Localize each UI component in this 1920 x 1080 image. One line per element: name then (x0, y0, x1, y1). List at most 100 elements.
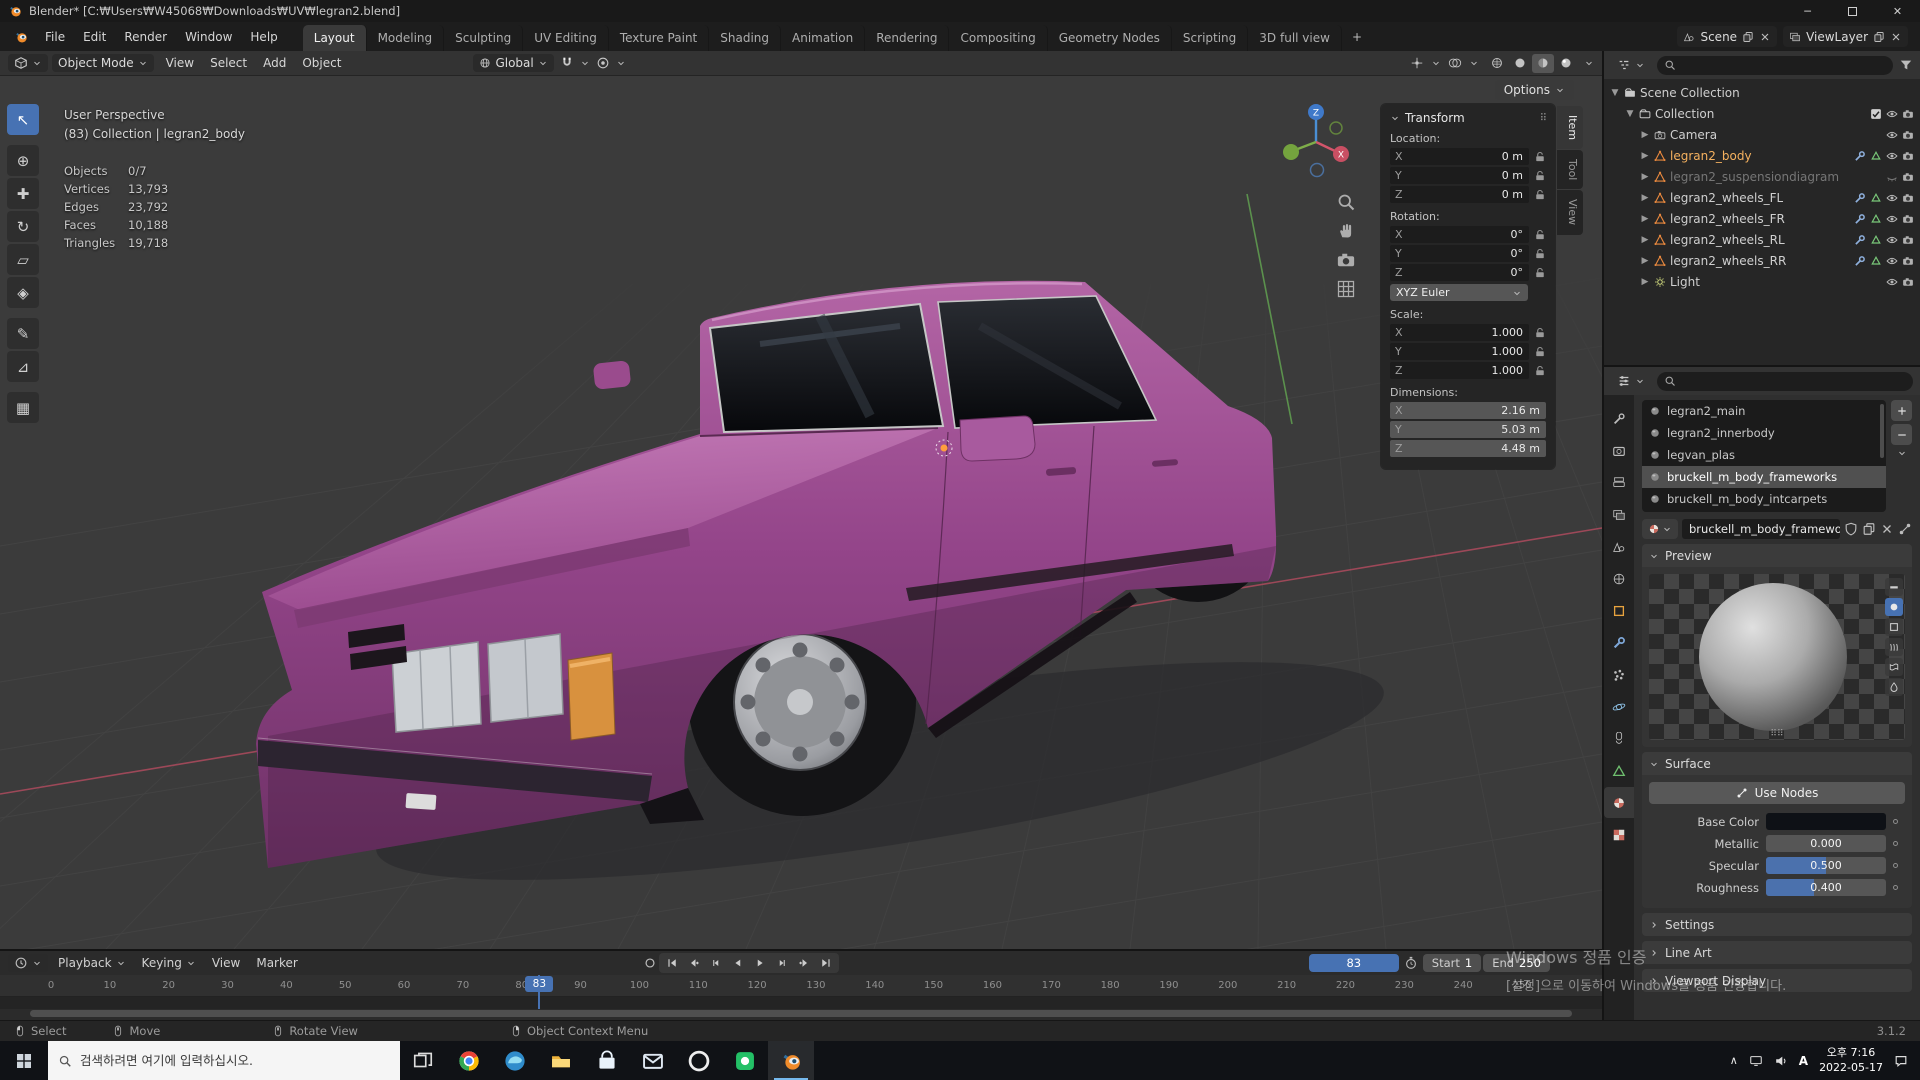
unlink-material-icon[interactable] (1880, 522, 1894, 536)
workspace-tab-compositing[interactable]: Compositing (949, 25, 1047, 51)
timeline-ruler[interactable]: 0102030405060708090100110120130140150160… (0, 975, 1602, 997)
preview-resize-dots[interactable]: ⠿⠿ (1770, 729, 1783, 739)
outliner-search-input[interactable] (1680, 59, 1886, 71)
preview-type-liquid-button[interactable] (1885, 678, 1903, 696)
axis-field-x[interactable]: X0° (1390, 226, 1529, 243)
copy-icon[interactable] (1742, 31, 1754, 43)
properties-tab-texture[interactable] (1604, 819, 1634, 850)
preview-type-cloth-button[interactable] (1885, 658, 1903, 676)
expand-arrow-icon[interactable]: ▶ (1640, 151, 1650, 161)
taskbar-app-green-app[interactable] (722, 1041, 768, 1080)
material-name-field[interactable]: bruckell_m_body_framewor... (1682, 519, 1840, 539)
material-slot[interactable]: bruckell_m_body_frameworks (1642, 466, 1886, 488)
taskbar-search[interactable] (48, 1041, 400, 1080)
axis-field-x[interactable]: X1.000 (1390, 324, 1529, 341)
axis-field-x[interactable]: X2.16 m (1390, 402, 1546, 419)
add-workspace-button[interactable]: + (1344, 26, 1370, 48)
navigation-gizmo[interactable]: Z X (1273, 98, 1359, 184)
timeline-menu-keying[interactable]: Keying (134, 954, 204, 972)
taskbar-clock[interactable]: 오후 7:16 2022-05-17 (1819, 1046, 1883, 1075)
snap-dropdown-icon[interactable] (580, 58, 590, 68)
workspace-tab-sculpting[interactable]: Sculpting (444, 25, 523, 51)
axis-field-y[interactable]: Y0° (1390, 245, 1529, 262)
axis-field-y[interactable]: Y1.000 (1390, 343, 1529, 360)
unlink-icon[interactable] (1890, 31, 1902, 43)
material-slot[interactable]: bruckell_m_body_intcarpets (1642, 488, 1886, 510)
jump-start-button[interactable] (662, 954, 682, 972)
tool-annotate-button[interactable]: ✎ (7, 318, 39, 349)
transform-panel-header[interactable]: Transform ⠿ (1390, 111, 1546, 125)
surface-base-color-field[interactable] (1766, 813, 1886, 830)
menu-edit[interactable]: Edit (74, 27, 115, 47)
chevron-down-icon[interactable] (1469, 58, 1479, 68)
outliner-row[interactable]: ▶legran2_wheels_RR (1604, 250, 1920, 271)
workspace-tab-animation[interactable]: Animation (781, 25, 865, 51)
expand-arrow-icon[interactable]: ▶ (1640, 130, 1650, 140)
properties-tab-view-layer[interactable] (1604, 499, 1634, 530)
proportional-editing-icon[interactable] (596, 56, 610, 70)
taskbar-app-opera[interactable] (676, 1041, 722, 1080)
surface-roughness-field[interactable]: 0.400 (1766, 879, 1886, 896)
taskbar-app-mail[interactable] (630, 1041, 676, 1080)
axis-field-x[interactable]: X0 m (1390, 148, 1529, 165)
outliner-row[interactable]: ▶legran2_body (1604, 145, 1920, 166)
outliner-row[interactable]: ▶legran2_wheels_FL (1604, 187, 1920, 208)
tool-scale-button[interactable]: ▱ (7, 244, 39, 275)
properties-search[interactable] (1657, 372, 1913, 391)
viewport-menu-add[interactable]: Add (255, 54, 294, 72)
prev-frame-button[interactable] (706, 954, 726, 972)
slot-specials-icon[interactable] (1897, 448, 1907, 458)
taskbar-app-task-view[interactable] (400, 1041, 446, 1080)
overlays-toggle-icon[interactable] (1448, 56, 1462, 70)
taskbar-app-store[interactable] (584, 1041, 630, 1080)
maximize-button[interactable] (1830, 0, 1875, 22)
options-dropdown[interactable]: Options (1495, 80, 1574, 100)
surface-specular-field[interactable]: 0.500 (1766, 857, 1886, 874)
outliner-editor-button[interactable] (1611, 56, 1651, 74)
viewport-menu-object[interactable]: Object (294, 54, 349, 72)
outliner-row[interactable]: ▶legran2_wheels_RL (1604, 229, 1920, 250)
shading-wireframe-button[interactable] (1486, 54, 1508, 73)
snap-magnet-icon[interactable] (560, 56, 574, 70)
expand-arrow-icon[interactable]: ▶ (1640, 214, 1650, 224)
panel-drag-dots-icon[interactable]: ⠿ (1540, 113, 1546, 124)
axis-field-z[interactable]: Z1.000 (1390, 362, 1529, 379)
play-button[interactable] (750, 954, 770, 972)
viewport-menu-select[interactable]: Select (202, 54, 255, 72)
axis-field-y[interactable]: Y0 m (1390, 167, 1529, 184)
tray-expand-icon[interactable]: ∧ (1730, 1054, 1738, 1067)
mode-dropdown[interactable]: Object Mode (52, 54, 154, 72)
taskbar-search-input[interactable] (80, 1053, 390, 1068)
preview-type-sphere-button[interactable] (1885, 598, 1903, 616)
next-keyframe-button[interactable] (794, 954, 814, 972)
properties-search-input[interactable] (1680, 375, 1906, 387)
nodes-icon[interactable] (1898, 522, 1912, 536)
panel-settings[interactable]: Settings (1642, 913, 1912, 936)
toggle-grid-icon[interactable] (1336, 279, 1356, 299)
ime-indicator[interactable]: A (1799, 1054, 1808, 1068)
timeline-editor-button[interactable] (8, 954, 48, 972)
remove-slot-button[interactable] (1891, 424, 1912, 445)
surface-metallic-field[interactable]: 0.000 (1766, 835, 1886, 852)
properties-tab-constraints[interactable] (1604, 723, 1634, 754)
start-button[interactable] (0, 1041, 48, 1080)
material-slot[interactable]: legvan_plas (1642, 444, 1886, 466)
workspace-tab-modeling[interactable]: Modeling (367, 25, 445, 51)
taskbar-app-file-explorer[interactable] (538, 1041, 584, 1080)
menu-file[interactable]: File (36, 27, 74, 47)
gizmo-toggle-icon[interactable] (1410, 56, 1424, 70)
rotation-mode-dropdown[interactable]: XYZ Euler (1390, 284, 1528, 301)
preview-type-cube-button[interactable] (1885, 618, 1903, 636)
preview-type-flat-button[interactable] (1885, 578, 1903, 596)
speaker-icon[interactable] (1774, 1054, 1788, 1068)
tool-cursor-button[interactable]: ⊕ (7, 145, 39, 176)
tool-move-button[interactable]: ✚ (7, 178, 39, 209)
menu-help[interactable]: Help (241, 27, 286, 47)
shading-rendered-button[interactable] (1555, 54, 1577, 73)
axis-field-z[interactable]: Z0° (1390, 264, 1529, 281)
preview-type-hair-button[interactable] (1885, 638, 1903, 656)
pan-hand-icon[interactable] (1336, 221, 1356, 241)
viewport-menu-view[interactable]: View (158, 54, 202, 72)
properties-tab-object-data[interactable] (1604, 755, 1634, 786)
stopwatch-icon[interactable] (1404, 956, 1418, 970)
